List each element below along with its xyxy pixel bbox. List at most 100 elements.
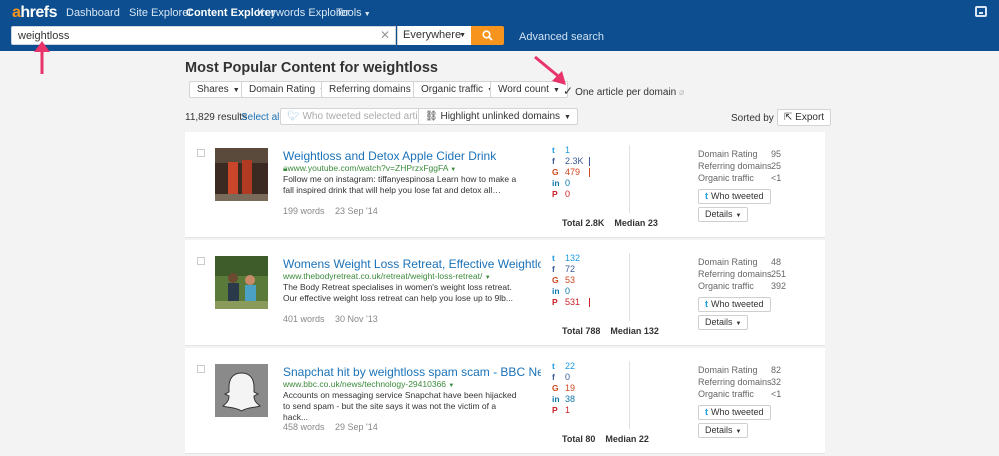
nav-dashboard[interactable]: Dashboard (66, 7, 120, 19)
referring-domains-value[interactable]: 251 (771, 268, 786, 280)
one-per-domain-toggle[interactable]: ✓ One article per domain ⌀ (563, 84, 684, 98)
nav-tools-label: Tools (336, 7, 362, 19)
details-button[interactable]: Details ▼ (698, 423, 749, 438)
domain-rating-label: Domain Rating (698, 149, 758, 159)
result-title-link[interactable]: Snapchat hit by weightloss spam scam - B… (283, 365, 541, 379)
total-shares: Total 788 (562, 326, 601, 336)
facebook-count[interactable]: 72 (565, 264, 575, 275)
result-checkbox[interactable] (197, 365, 205, 373)
ahrefs-logo[interactable]: ahrefs (12, 4, 58, 22)
result-url[interactable]: 🔒︎www.youtube.com/watch?v=ZHPrzxFggFA ▼ (283, 163, 456, 174)
result-thumbnail[interactable] (215, 256, 268, 309)
twitter-count[interactable]: 22 (565, 361, 575, 372)
chevron-down-icon: ▼ (484, 275, 491, 281)
result-url-text: www.bbc.co.uk/news/technology-29410366 (283, 379, 447, 389)
scope-select-label: Everywhere (403, 29, 462, 41)
result-title-link[interactable]: Womens Weight Loss Retreat, Effective We… (283, 257, 541, 271)
pinterest-count[interactable]: 531 (565, 297, 580, 308)
twitter-icon: t (705, 191, 708, 201)
linkedin-icon: in (552, 286, 560, 296)
twitter-icon: t (705, 407, 708, 417)
search-input[interactable] (11, 26, 396, 45)
pinterest-count[interactable]: 1 (565, 405, 570, 416)
facebook-count[interactable]: 2.3K (565, 156, 584, 167)
result-word-count: 199 words (283, 206, 325, 216)
details-button[interactable]: Details ▼ (698, 207, 749, 222)
monitor-icon[interactable] (975, 6, 987, 17)
share-totals: Total 2.8K Median 23 (562, 218, 658, 228)
chevron-down-icon: ▼ (448, 383, 455, 389)
share-totals: Total 788 Median 132 (562, 326, 659, 336)
link-icon: ⛓︎ (425, 111, 438, 122)
facebook-count[interactable]: 0 (565, 372, 570, 383)
chevron-down-icon: ▼ (735, 213, 742, 219)
export-button[interactable]: ⇱ Export (777, 109, 832, 126)
result-url[interactable]: www.bbc.co.uk/news/technology-29410366 ▼ (283, 379, 454, 389)
nav-site-explorer[interactable]: Site Explorer (129, 7, 192, 19)
facebook-icon: f (552, 156, 555, 166)
median-shares: Median 132 (610, 326, 659, 336)
google-count[interactable]: 479 (565, 167, 580, 178)
google-icon: G (552, 383, 559, 393)
result-url-text: www.youtube.com/watch?v=ZHPrzxFggFA (287, 163, 448, 173)
pinterest-bar (589, 298, 590, 307)
search-button[interactable] (471, 26, 504, 45)
result-card: Snapchat hit by weightloss spam scam - B… (185, 348, 825, 454)
highlight-unlinked-label: Highlight unlinked domains (440, 111, 561, 122)
export-icon: ⇱ (784, 112, 793, 123)
result-checkbox[interactable] (197, 257, 205, 265)
twitter-icon: t (552, 145, 555, 155)
linkedin-count[interactable]: 38 (565, 394, 575, 405)
facebook-icon: f (552, 264, 555, 274)
who-tweeted-label: Who tweeted (711, 407, 764, 417)
referring-domains-label: Referring domains (698, 161, 772, 171)
who-tweeted-button[interactable]: t Who tweeted (698, 297, 771, 312)
export-label: Export (795, 112, 825, 123)
domain-rating-label: Domain Rating (698, 365, 758, 375)
result-title-link[interactable]: Weightloss and Detox Apple Cider Drink (283, 149, 541, 163)
details-button[interactable]: Details ▼ (698, 315, 749, 330)
total-shares: Total 80 (562, 434, 596, 444)
filter-shares[interactable]: Shares ▼ (189, 81, 248, 98)
social-shares: t1 f 2.3K G 479 in 0 P0 (552, 145, 630, 213)
result-thumbnail[interactable] (215, 364, 268, 417)
result-description: The Body Retreat specialises in women's … (283, 282, 513, 303)
organic-traffic-label: Organic traffic (698, 389, 754, 399)
twitter-count[interactable]: 1 (565, 145, 570, 156)
organic-traffic-value: <1 (771, 389, 782, 399)
linkedin-count[interactable]: 0 (565, 178, 570, 189)
google-count[interactable]: 19 (565, 383, 575, 394)
result-date: 23 Sep '14 (335, 206, 378, 216)
highlight-unlinked-button[interactable]: ⛓︎ Highlight unlinked domains ▼ (418, 108, 578, 125)
filter-organic-traffic-label: Organic traffic (421, 84, 484, 95)
filter-referring-domains-label: Referring domains (329, 84, 411, 95)
result-checkbox[interactable] (197, 149, 205, 157)
referring-domains-label: Referring domains (698, 269, 772, 279)
advanced-search-link[interactable]: Advanced search (519, 31, 604, 43)
google-count[interactable]: 53 (565, 275, 575, 286)
who-tweeted-button[interactable]: t Who tweeted (698, 189, 771, 204)
twitter-icon: t (705, 299, 708, 309)
close-icon[interactable]: ✕ (380, 28, 390, 42)
result-date: 30 Nov '13 (335, 314, 378, 324)
referring-domains-value[interactable]: 25 (771, 160, 781, 172)
chevron-down-icon: ▼ (459, 32, 466, 39)
linkedin-icon: in (552, 178, 560, 188)
who-tweeted-button[interactable]: t Who tweeted (698, 405, 771, 420)
result-word-count: 458 words (283, 422, 325, 432)
details-label: Details (705, 317, 733, 327)
referring-domains-value[interactable]: 32 (771, 376, 781, 388)
filter-organic-traffic[interactable]: Organic traffic▼ (413, 81, 502, 98)
scope-select[interactable]: Everywhere ▼ (397, 26, 471, 45)
domain-metrics: Domain Rating 82 Referring domains 32 Orga… (698, 364, 818, 400)
linkedin-count[interactable]: 0 (565, 286, 570, 297)
pinterest-count[interactable]: 0 (565, 189, 570, 200)
select-all-link[interactable]: Select all (241, 112, 282, 123)
result-thumbnail[interactable] (215, 148, 268, 201)
twitter-count[interactable]: 132 (565, 253, 580, 264)
chevron-down-icon: ▼ (735, 321, 742, 327)
annotation-arrow-filter (534, 55, 566, 85)
nav-tools[interactable]: Tools ▼ (336, 7, 371, 19)
social-shares: t 22 f0 G 19 in 38 P1 (552, 361, 630, 429)
result-url[interactable]: www.thebodyretreat.co.uk/retreat/weight-… (283, 271, 491, 281)
